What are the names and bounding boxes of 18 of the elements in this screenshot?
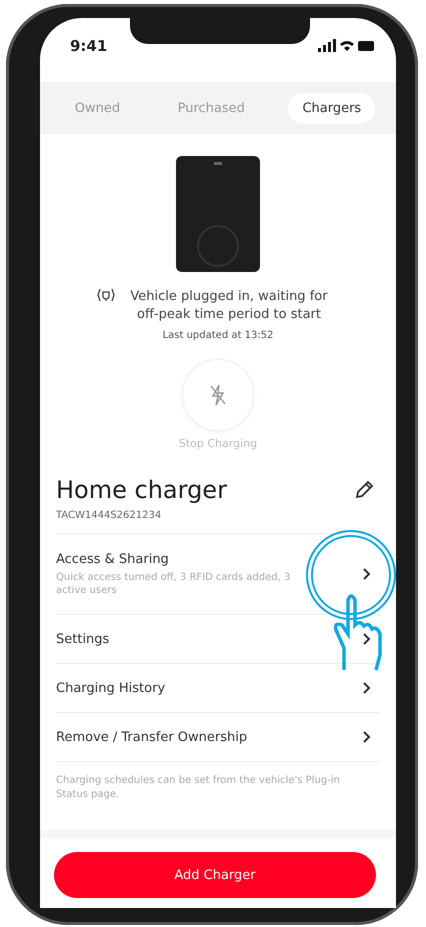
menu-item-label: Settings — [56, 632, 110, 646]
menu-item-label: Remove / Transfer Ownership — [56, 730, 248, 744]
charger-name: Home charger — [56, 476, 227, 504]
last-updated-text: Last updated at 13:52 — [162, 330, 274, 341]
menu-item[interactable]: Access & Sharing Quick access turned off, 3 RFID cards added, 3 active users — [56, 533, 380, 614]
add-charger-button[interactable]: Add Charger — [54, 852, 376, 898]
status-time: 9:41 — [70, 37, 108, 55]
serial-number: TACW1444S2621234 — [55, 510, 162, 521]
menu-item-label: Access & Sharing — [56, 552, 170, 566]
menu-item[interactable]: Charging History — [56, 663, 380, 712]
stop-charging-label: Stop Charging — [178, 437, 258, 450]
tab[interactable]: Chargers — [288, 92, 376, 124]
charging-status-text: Vehicle plugged in, waiting for off-peak time period to start — [129, 288, 329, 324]
menu-item-detail: Quick access turned off, 3 RFID cards added, 3 active users — [56, 570, 292, 596]
menu-item-label: Charging History — [56, 680, 166, 696]
menu-item[interactable]: Settings — [56, 614, 380, 663]
schedule-note: Charging schedules can be set from the vehicle's Plug-in Status page. — [56, 761, 380, 802]
menu-item[interactable]: Remove / Transfer Ownership — [56, 712, 380, 761]
